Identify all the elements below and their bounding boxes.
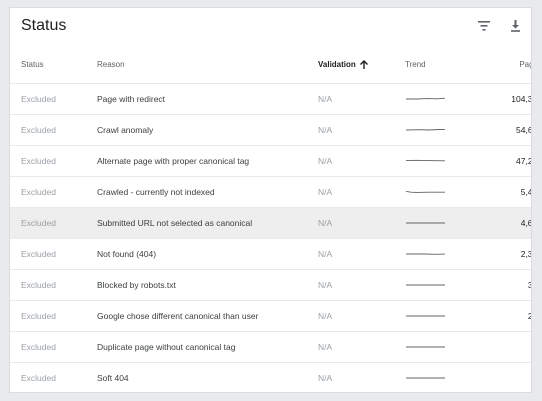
row-status: Excluded — [21, 372, 56, 383]
table-row[interactable]: Excluded Soft 404 N/A 27 — [10, 362, 531, 392]
trend-sparkline — [406, 315, 445, 316]
validation-header-label: Validation — [318, 59, 356, 69]
row-pages: 5,423 — [520, 186, 531, 197]
trend-sparkline — [406, 377, 445, 379]
row-trend — [405, 300, 475, 331]
table-header-row: Status Reason Validation Trend Pages — [10, 46, 531, 83]
row-status: Excluded — [21, 124, 56, 135]
row-validation: N/A — [318, 124, 333, 135]
row-trend — [405, 207, 475, 238]
table-row[interactable]: Excluded Google chose different canonical… — [10, 300, 531, 331]
download-icon — [510, 20, 520, 32]
row-reason: Google chose different canonical than us… — [97, 310, 259, 321]
row-validation: N/A — [318, 279, 333, 290]
row-status: Excluded — [21, 279, 56, 290]
column-header-validation[interactable]: Validation — [318, 46, 405, 83]
row-pages: 27 — [475, 362, 531, 392]
row-reason: Blocked by robots.txt — [97, 279, 176, 290]
row-reason: Submitted URL not selected as canonical — [97, 217, 253, 228]
row-reason: Crawled - currently not indexed — [97, 186, 215, 197]
trend-sparkline — [406, 284, 445, 285]
row-trend — [405, 145, 475, 176]
row-status: Excluded — [21, 341, 56, 352]
row-trend — [405, 331, 475, 362]
trend-sparkline — [405, 128, 446, 130]
row-reason: Alternate page with proper canonical tag — [97, 155, 250, 166]
row-validation: N/A — [318, 155, 333, 166]
arrow-up-icon — [359, 59, 368, 69]
row-validation: N/A — [318, 217, 333, 228]
trend-sparkline — [406, 346, 445, 347]
row-pages: 213 — [527, 310, 531, 321]
row-validation: N/A — [318, 310, 333, 321]
trend-sparkline — [406, 97, 446, 99]
row-pages: 54,655 — [516, 124, 531, 135]
row-validation: N/A — [318, 186, 333, 197]
row-validation: N/A — [318, 372, 333, 383]
row-reason: Soft 404 — [97, 372, 129, 383]
column-header-trend[interactable]: Trend — [405, 46, 475, 83]
card-title: Status — [21, 17, 67, 34]
table-body: ExcludedPage with redirectN/A104,315Excl… — [10, 83, 531, 392]
row-trend — [405, 176, 475, 207]
row-validation: N/A — [318, 93, 333, 104]
trend-sparkline — [405, 190, 445, 193]
table-row[interactable]: Excluded Page with redirect N/A 104,315 — [10, 83, 531, 114]
filter-button[interactable] — [474, 16, 494, 36]
trend-sparkline — [406, 253, 446, 255]
row-pages: 104,315 — [511, 93, 531, 104]
table-row[interactable]: Excluded Submitted URL not selected as ca… — [10, 207, 531, 238]
row-pages: 2,387 — [520, 248, 531, 259]
row-pages: 57 — [475, 331, 531, 362]
table-row[interactable]: Excluded Crawled - currently not indexed N… — [10, 176, 531, 207]
row-trend — [405, 269, 475, 300]
row-status: Excluded — [21, 155, 56, 166]
row-status: Excluded — [21, 217, 56, 228]
row-trend — [405, 362, 475, 392]
row-reason: Crawl anomaly — [97, 124, 154, 135]
row-status: Excluded — [21, 248, 56, 259]
status-table: Status Reason Validation Trend Pages Exc… — [10, 46, 531, 392]
row-validation: N/A — [318, 248, 333, 259]
row-reason: Duplicate page without canonical tag — [97, 341, 236, 352]
row-pages: 4,689 — [520, 217, 531, 228]
row-pages: 47,227 — [516, 155, 531, 166]
row-trend — [405, 114, 475, 145]
row-validation: N/A — [318, 341, 333, 352]
table-row[interactable]: Excluded Crawl anomaly N/A 54,655 — [10, 114, 531, 145]
row-reason: Page with redirect — [97, 93, 166, 104]
filter-icon — [478, 21, 490, 31]
card-header: Status — [10, 8, 531, 46]
row-status: Excluded — [21, 186, 56, 197]
table-row[interactable]: Excluded Blocked by robots.txt N/A 354 — [10, 269, 531, 300]
download-button[interactable] — [505, 16, 525, 36]
column-header-pages[interactable]: Pages — [475, 46, 531, 83]
row-trend — [405, 238, 475, 269]
table-row[interactable]: Excluded Duplicate page without canonical… — [10, 331, 531, 362]
column-header-reason[interactable]: Reason — [97, 46, 318, 83]
trend-sparkline — [405, 159, 446, 161]
table-row[interactable]: Excluded Alternate page with proper canon… — [10, 145, 531, 176]
row-reason: Not found (404) — [97, 248, 157, 259]
status-card: Status Status Reason Validation Trend Pa… — [10, 8, 531, 392]
row-pages: 354 — [527, 279, 531, 290]
row-status: Excluded — [21, 310, 56, 321]
table-row[interactable]: Excluded Not found (404) N/A 2,387 — [10, 238, 531, 269]
row-trend — [405, 83, 475, 114]
trend-sparkline — [406, 222, 445, 223]
column-header-status[interactable]: Status — [10, 46, 97, 83]
row-status: Excluded — [21, 93, 56, 104]
